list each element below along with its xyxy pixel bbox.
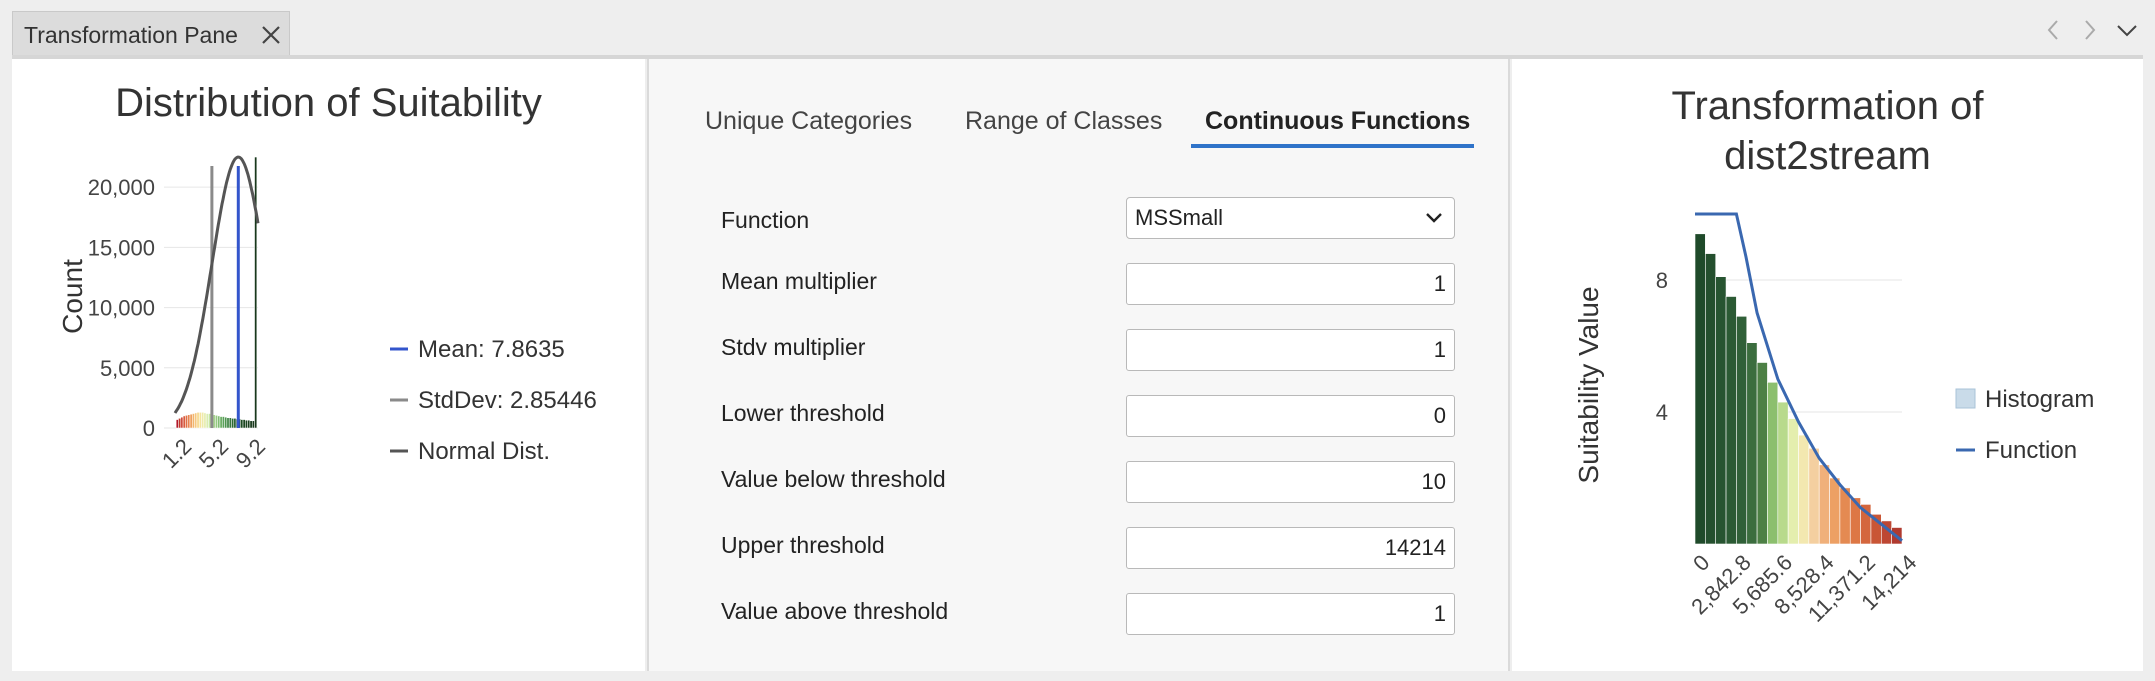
legend-stddev-label: StdDev: 2.85446 — [418, 387, 597, 414]
histogram-bar — [203, 412, 207, 429]
histogram-bar — [1694, 233, 1706, 545]
upper-threshold-label: Upper threshold — [721, 532, 885, 558]
legend-histogram-swatch — [1955, 388, 1976, 409]
histogram-bar — [222, 416, 225, 429]
legend-function-label: Function — [1985, 437, 2077, 464]
function-label: Function — [721, 207, 810, 233]
histogram-bar — [178, 418, 182, 429]
document-tab-bar: Transformation Pane — [0, 0, 2155, 56]
histogram-bar — [254, 156, 258, 429]
histogram-bar — [1787, 418, 1799, 545]
histogram-bar — [1818, 464, 1830, 545]
histogram-bar — [1777, 401, 1789, 545]
value-above-threshold-label: Value above threshold — [721, 598, 949, 624]
histogram-bar — [1725, 296, 1737, 545]
histogram-bar — [231, 418, 235, 429]
x-tick-label: 5.2 — [194, 434, 233, 473]
x-tick-label: 1.2 — [157, 434, 196, 473]
value-below-threshold-input[interactable]: 10 — [1126, 461, 1455, 503]
histogram-bar — [1715, 276, 1727, 545]
histogram-bar — [198, 412, 202, 429]
histogram-bar — [240, 419, 244, 429]
histogram-bar — [182, 415, 186, 429]
stdv-multiplier-input[interactable]: 1 — [1126, 329, 1455, 371]
mean-multiplier-label: Mean multiplier — [721, 268, 877, 294]
histogram-bar — [1705, 253, 1717, 545]
function-value: MSSmall — [1135, 205, 1224, 230]
histogram-bar — [249, 420, 253, 429]
value-below-threshold-label: Value below threshold — [721, 466, 946, 492]
lower-threshold-input[interactable]: 0 — [1126, 395, 1455, 437]
histogram-bar — [185, 415, 188, 429]
y-tick-label: 8 — [1656, 268, 1668, 293]
histogram-bar — [233, 418, 237, 429]
histogram-bar — [1736, 315, 1748, 545]
histogram-bar — [1746, 342, 1758, 545]
histogram-bar — [217, 415, 221, 429]
mean-multiplier-input[interactable]: 1 — [1126, 263, 1455, 305]
chevron-left-icon[interactable] — [2043, 18, 2063, 42]
transformation-chart: 48Suitability Value02,842.85,685.68,528.… — [1573, 212, 2094, 627]
y-tick-label: 20,000 — [88, 175, 155, 200]
histogram-bar — [215, 415, 218, 429]
function-dropdown[interactable]: MSSmall — [1126, 197, 1455, 239]
x-tick-label: 0 — [1688, 550, 1714, 576]
histogram-bar — [224, 416, 228, 429]
y-tick-label: 5,000 — [100, 356, 155, 381]
histogram-bar — [1808, 447, 1820, 545]
value-above-threshold-input[interactable]: 1 — [1126, 593, 1455, 635]
chevron-right-icon[interactable] — [2080, 18, 2100, 42]
histogram-bar — [180, 416, 184, 429]
function-settings-panel: Unique Categories Range of Classes Conti… — [647, 59, 1510, 671]
tab-unique-categories[interactable]: Unique Categories — [705, 107, 912, 136]
histogram-bar — [1767, 381, 1779, 545]
histogram-bar — [205, 413, 209, 429]
histogram-bar — [228, 417, 232, 429]
histogram-bar — [1829, 477, 1841, 545]
histogram-bar — [251, 420, 255, 429]
histogram-bar — [219, 416, 223, 429]
histogram-bar — [175, 419, 179, 429]
legend-histogram-label: Histogram — [1985, 386, 2094, 413]
histogram-bar — [226, 417, 230, 429]
chevron-down-icon[interactable] — [2114, 18, 2140, 42]
histogram-bar — [1798, 434, 1810, 545]
tab-title: Transformation Pane — [24, 22, 238, 48]
distribution-panel: Distribution of Suitability 0 5,000 10,000… — [12, 59, 645, 671]
y-axis-label: Count — [57, 259, 88, 334]
legend-normal-dist-label: Normal Dist. — [418, 438, 550, 465]
histogram-bar — [196, 412, 200, 429]
lower-threshold-label: Lower threshold — [721, 400, 885, 426]
histogram-bar — [189, 413, 193, 429]
active-tab-indicator — [1191, 144, 1474, 148]
stdv-multiplier-label: Stdv multiplier — [721, 334, 866, 360]
x-tick-label: 9.2 — [231, 434, 270, 473]
normal-dist-curve — [173, 155, 260, 414]
histogram-bar — [201, 412, 205, 429]
transformation-panel: Transformation of dist2stream 4 8 Suitabil… — [1512, 59, 2143, 671]
y-tick-label: 0 — [143, 416, 155, 441]
tab-continuous-functions[interactable]: Continuous Functions — [1205, 107, 1470, 136]
legend-mean-label: Mean: 7.8635 — [418, 336, 565, 363]
histogram-bar — [245, 419, 248, 429]
upper-threshold-input[interactable]: 14214 — [1126, 527, 1455, 569]
histogram-bar — [1756, 362, 1768, 545]
histogram-bar — [192, 413, 195, 429]
y-tick-label: 15,000 — [88, 235, 155, 260]
y-tick-label: 10,000 — [88, 296, 155, 321]
histogram-bar — [242, 419, 246, 429]
chevron-down-icon — [1426, 213, 1442, 223]
y-axis-label: Suitability Value — [1573, 286, 1604, 483]
histogram-bar — [187, 414, 191, 429]
distribution-chart: 0 5,000 10,000 15,000 20,000 Count 1.25.29.2 Me… — [57, 155, 597, 473]
close-icon[interactable] — [259, 23, 283, 47]
histogram-bar — [247, 419, 251, 429]
histogram-bar — [194, 412, 198, 429]
tab-range-of-classes[interactable]: Range of Classes — [965, 107, 1162, 136]
y-tick-label: 4 — [1656, 400, 1668, 425]
transformation-pane-tab[interactable]: Transformation Pane — [12, 11, 290, 56]
category-tabs: Unique Categories Range of Classes Conti… — [649, 107, 1512, 157]
